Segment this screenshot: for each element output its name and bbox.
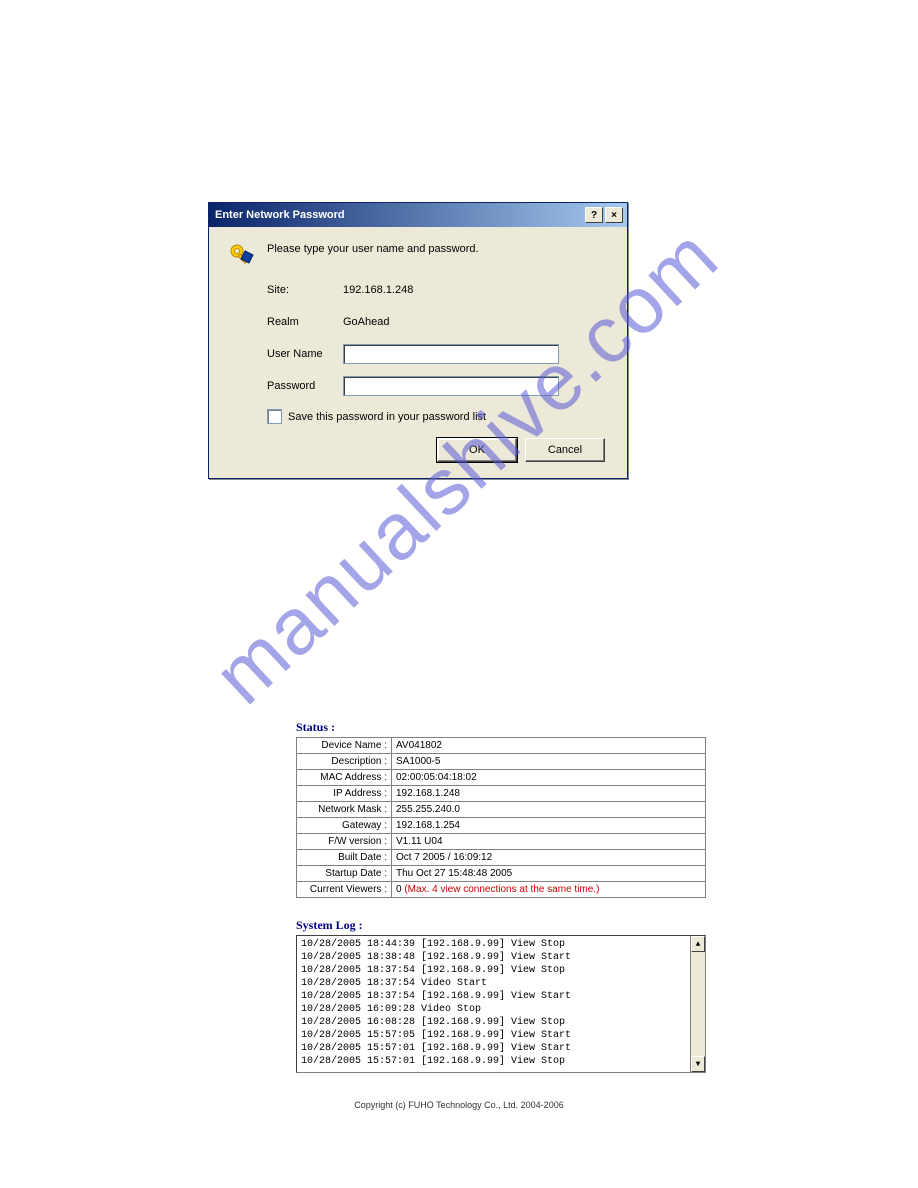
table-row: Network Mask :255.255.240.0 [297, 802, 706, 818]
status-row-value: SA1000-5 [392, 754, 706, 770]
status-row-label: Startup Date : [297, 866, 392, 882]
username-input[interactable] [343, 344, 559, 364]
current-viewers-label: Current Viewers : [297, 882, 392, 898]
table-row: Gateway :192.168.1.254 [297, 818, 706, 834]
cancel-button[interactable]: Cancel [525, 438, 605, 462]
table-row: Built Date :Oct 7 2005 / 16:09:12 [297, 850, 706, 866]
scroll-down-icon[interactable]: ▼ [691, 1056, 705, 1072]
log-content: 10/28/2005 18:44:39 [192.168.9.99] View … [297, 936, 690, 1072]
status-row-label: F/W version : [297, 834, 392, 850]
dialog-title: Enter Network Password [215, 209, 583, 221]
password-label: Password [267, 380, 343, 392]
status-row-value: 192.168.1.254 [392, 818, 706, 834]
prompt-text: Please type your user name and password. [267, 241, 479, 255]
status-row-value: V1.11 U04 [392, 834, 706, 850]
status-table: Device Name :AV041802Description :SA1000… [296, 737, 706, 898]
log-section: System Log : 10/28/2005 18:44:39 [192.16… [296, 918, 706, 1073]
dialog-body: Please type your user name and password.… [209, 227, 627, 478]
status-row-label: Description : [297, 754, 392, 770]
status-title: Status : [296, 720, 706, 735]
status-row-value: 192.168.1.248 [392, 786, 706, 802]
close-button[interactable]: × [605, 207, 623, 223]
table-row: F/W version :V1.11 U04 [297, 834, 706, 850]
current-viewers-value-cell: 0 (Max. 4 view connections at the same t… [392, 882, 706, 898]
realm-label: Realm [267, 316, 343, 328]
help-button[interactable]: ? [585, 207, 603, 223]
log-box: 10/28/2005 18:44:39 [192.168.9.99] View … [296, 935, 706, 1073]
site-label: Site: [267, 284, 343, 296]
save-password-checkbox[interactable] [267, 409, 282, 424]
titlebar: Enter Network Password ? × [209, 203, 627, 227]
status-row-label: Gateway : [297, 818, 392, 834]
password-dialog: Enter Network Password ? × Please type y… [208, 202, 628, 479]
table-row: Current Viewers :0 (Max. 4 view connecti… [297, 882, 706, 898]
status-row-label: Network Mask : [297, 802, 392, 818]
log-title: System Log : [296, 918, 706, 933]
key-icon [227, 241, 255, 269]
password-input[interactable] [343, 376, 559, 396]
ok-button[interactable]: OK [437, 438, 517, 462]
realm-value: GoAhead [343, 316, 389, 328]
status-row-value: 255.255.240.0 [392, 802, 706, 818]
status-row-value: AV041802 [392, 738, 706, 754]
scroll-track[interactable] [691, 952, 705, 1056]
table-row: Device Name :AV041802 [297, 738, 706, 754]
current-viewers-note: (Max. 4 view connections at the same tim… [402, 884, 600, 895]
scroll-up-icon[interactable]: ▲ [691, 936, 705, 952]
table-row: MAC Address :02:00:05:04:18:02 [297, 770, 706, 786]
username-label: User Name [267, 348, 343, 360]
table-row: Startup Date :Thu Oct 27 15:48:48 2005 [297, 866, 706, 882]
status-row-value: Oct 7 2005 / 16:09:12 [392, 850, 706, 866]
log-scrollbar[interactable]: ▲ ▼ [690, 936, 705, 1072]
status-section: Status : Device Name :AV041802Descriptio… [296, 720, 706, 898]
table-row: IP Address :192.168.1.248 [297, 786, 706, 802]
status-row-label: IP Address : [297, 786, 392, 802]
status-row-value: Thu Oct 27 15:48:48 2005 [392, 866, 706, 882]
status-row-label: MAC Address : [297, 770, 392, 786]
status-row-label: Built Date : [297, 850, 392, 866]
site-value: 192.168.1.248 [343, 284, 413, 296]
table-row: Description :SA1000-5 [297, 754, 706, 770]
status-row-value: 02:00:05:04:18:02 [392, 770, 706, 786]
status-row-label: Device Name : [297, 738, 392, 754]
footer-copyright: Copyright (c) FUHO Technology Co., Ltd. … [0, 1100, 918, 1110]
save-password-label: Save this password in your password list [288, 411, 486, 423]
